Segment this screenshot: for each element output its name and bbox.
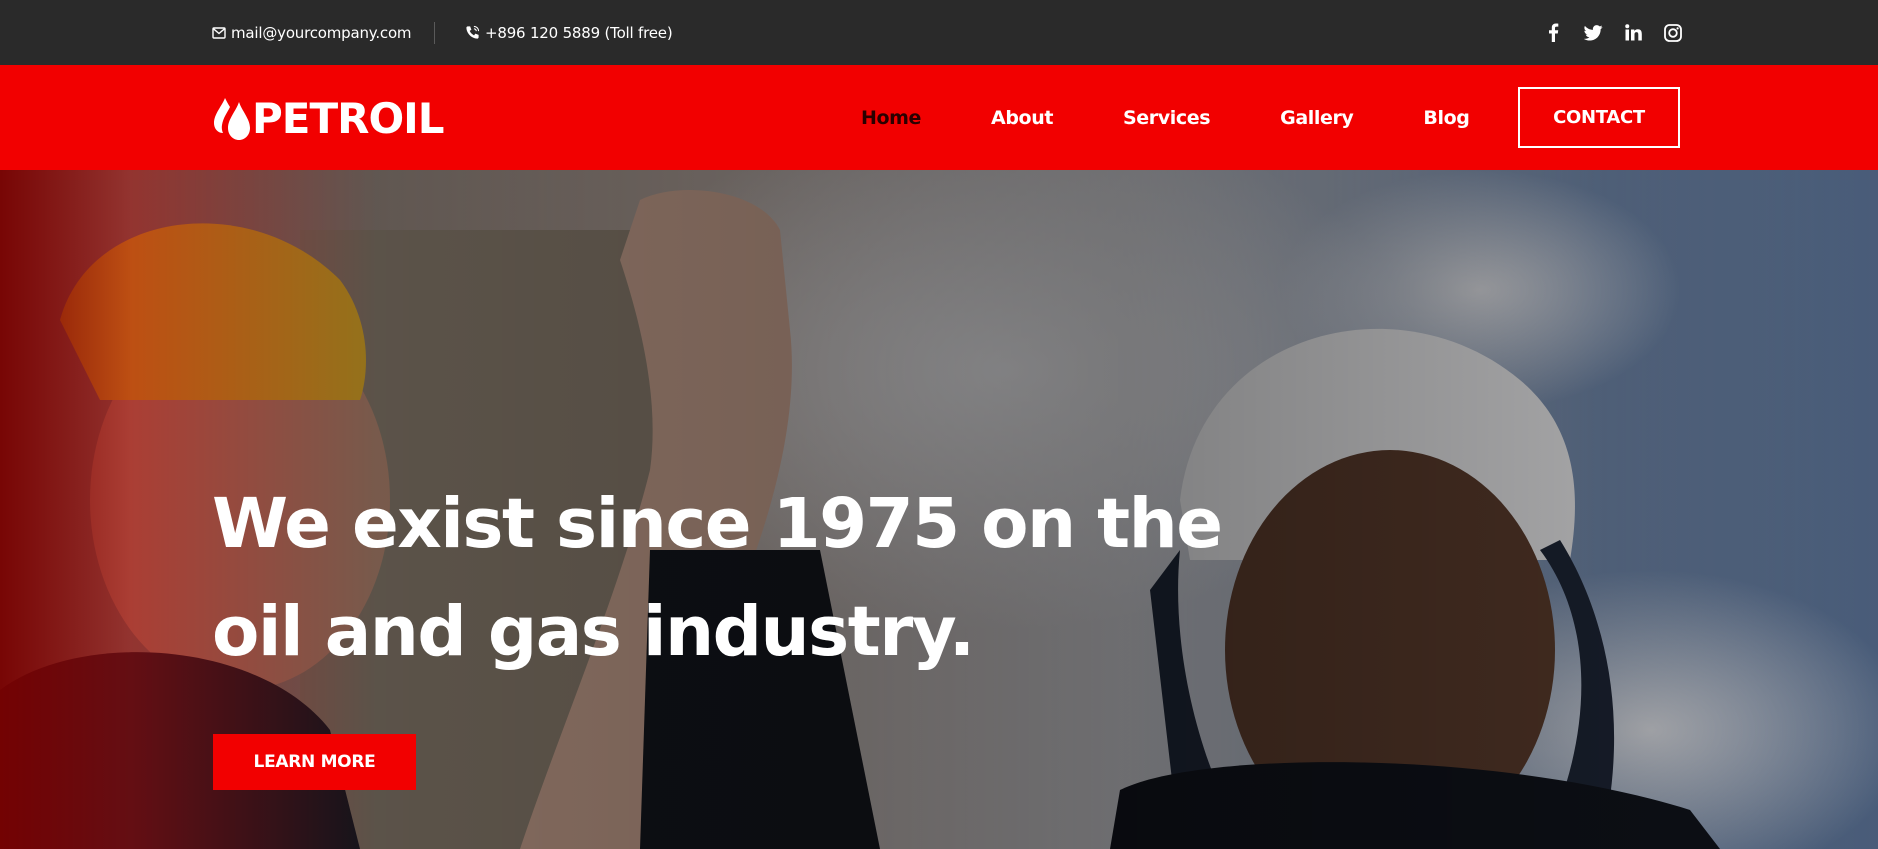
linkedin-icon[interactable]: [1623, 23, 1643, 43]
twitter-icon[interactable]: [1583, 23, 1603, 43]
phone-contact[interactable]: +896 120 5889 (Toll free): [465, 0, 673, 65]
facebook-icon[interactable]: [1543, 23, 1563, 43]
main-header: PETROIL Home About Services Gallery Blog…: [0, 65, 1878, 170]
email-contact[interactable]: mail@yourcompany.com: [212, 0, 412, 65]
nav-blog[interactable]: Blog: [1423, 107, 1469, 129]
nav-gallery[interactable]: Gallery: [1280, 107, 1354, 129]
email-text: mail@yourcompany.com: [231, 23, 412, 42]
phone-icon: [466, 25, 480, 39]
instagram-icon[interactable]: [1663, 23, 1683, 43]
logo[interactable]: PETROIL: [212, 94, 445, 143]
phone-text: +896 120 5889 (Toll free): [485, 23, 673, 42]
hero-title: We exist since 1975 on the oil and gas i…: [212, 484, 1223, 672]
oil-drop-icon: [214, 98, 250, 140]
nav-services[interactable]: Services: [1123, 107, 1211, 129]
hero-section: We exist since 1975 on the oil and gas i…: [0, 170, 1878, 849]
social-links: [1523, 0, 1683, 65]
nav-home[interactable]: Home: [861, 107, 921, 129]
logo-text: PETROIL: [252, 94, 445, 143]
learn-more-button[interactable]: LEARN MORE: [213, 734, 416, 790]
top-bar: mail@yourcompany.com +896 120 5889 (Toll…: [0, 0, 1878, 65]
envelope-icon: [212, 26, 226, 39]
main-nav: Home About Services Gallery Blog: [861, 65, 1470, 170]
topbar-divider: [434, 22, 435, 44]
nav-about[interactable]: About: [991, 107, 1053, 129]
contact-button[interactable]: CONTACT: [1518, 87, 1680, 148]
